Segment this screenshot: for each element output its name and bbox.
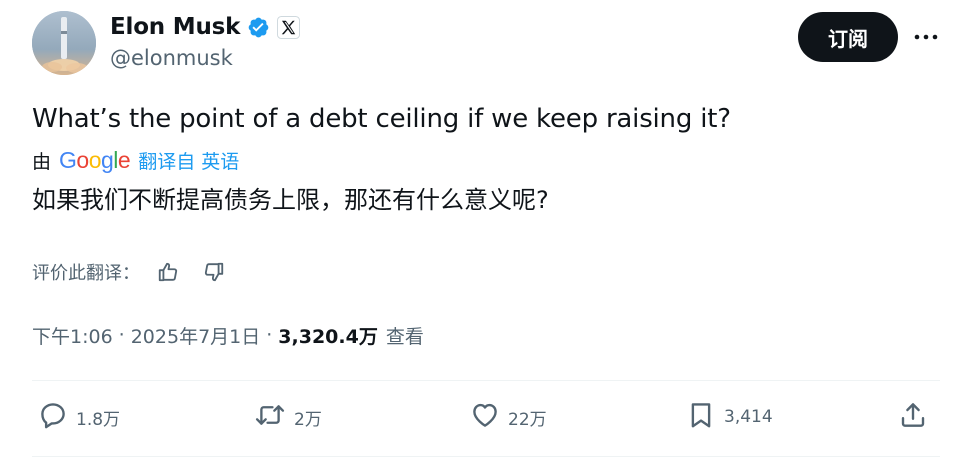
avatar[interactable]	[32, 11, 96, 75]
views-count: 3,320.4万	[278, 325, 378, 348]
bookmark-button[interactable]: 3,414	[686, 398, 773, 436]
meta-separator: ·	[266, 324, 273, 346]
reply-count: 1.8万	[76, 409, 121, 430]
author-display-name[interactable]: Elon Musk	[110, 14, 240, 40]
divider	[32, 380, 940, 381]
google-logo: Google	[59, 146, 131, 173]
translation-attribution: 由 Google 翻译自 英语	[32, 146, 239, 174]
avatar-rocket-image	[32, 11, 96, 75]
bookmark-count: 3,414	[724, 407, 773, 427]
like-button[interactable]: 22万	[470, 398, 547, 436]
retweet-icon	[254, 400, 286, 434]
tweet-meta: 下午1:06 · 2025年7月1日 · 3,320.4万 查看	[32, 320, 424, 350]
translated-text: 如果我们不断提高债务上限，那还有什么意义呢?	[32, 186, 549, 214]
author-name-row: Elon Musk	[110, 12, 301, 42]
translated-by-label: 由	[32, 150, 52, 173]
thumbs-up-icon[interactable]	[150, 258, 186, 286]
retweet-button[interactable]: 2万	[254, 398, 322, 436]
tweet-text: What’s the point of a debt ceiling if we…	[32, 104, 731, 134]
subscribe-button[interactable]: 订阅	[798, 12, 898, 62]
verified-badge-icon[interactable]	[247, 16, 270, 39]
tweet-date[interactable]: 2025年7月1日	[131, 322, 261, 349]
rate-translation-label: 评价此翻译：	[32, 263, 140, 284]
retweet-count: 2万	[294, 409, 322, 430]
share-button[interactable]	[898, 398, 928, 436]
author-handle[interactable]: @elonmusk	[110, 46, 233, 70]
reply-button[interactable]: 1.8万	[38, 398, 120, 436]
reply-icon	[38, 400, 68, 434]
translated-from-link[interactable]: 翻译自 英语	[138, 147, 239, 174]
rate-translation-row: 评价此翻译：	[32, 258, 232, 286]
x-logo-icon[interactable]	[277, 15, 301, 39]
more-icon[interactable]	[908, 23, 944, 51]
tweet-time[interactable]: 下午1:06	[32, 322, 113, 349]
meta-separator: ·	[118, 324, 125, 346]
divider	[32, 456, 940, 457]
share-icon	[898, 400, 928, 434]
thumbs-down-icon[interactable]	[196, 258, 232, 286]
like-icon	[470, 400, 500, 434]
views-label: 查看	[385, 325, 424, 348]
bookmark-icon	[686, 400, 716, 434]
like-count: 22万	[508, 409, 547, 430]
